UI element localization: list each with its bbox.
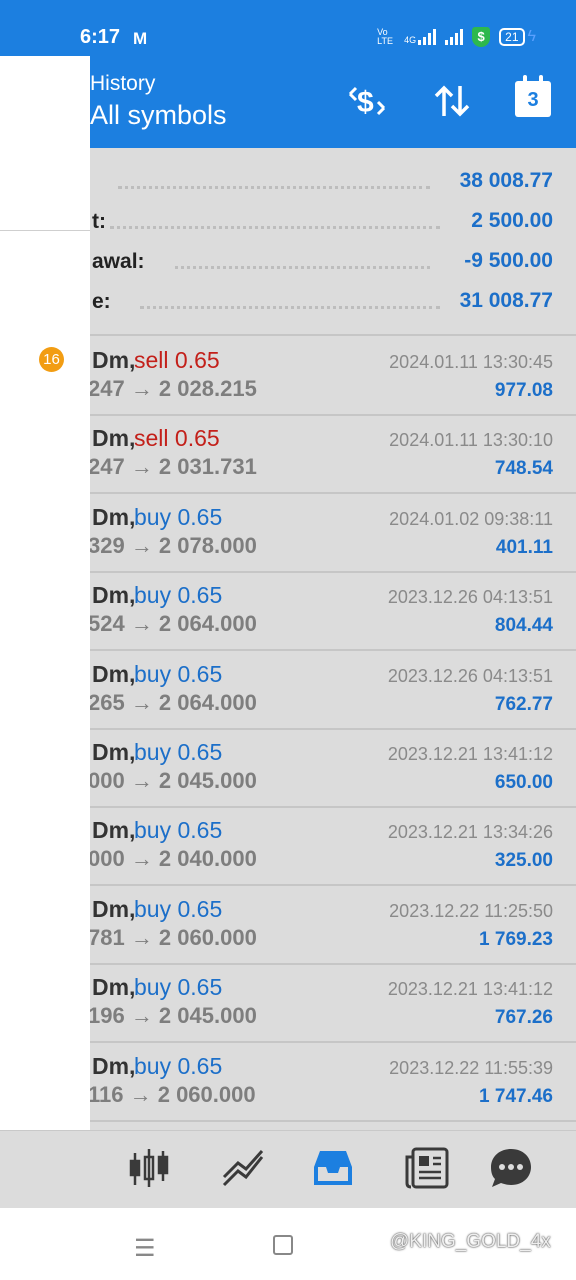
deal-profit: 1 747.46 bbox=[479, 1085, 553, 1107]
deal-type: buy 0.65 bbox=[134, 974, 223, 1001]
deal-symbol: Dm, bbox=[92, 739, 136, 765]
deal-type: buy 0.65 bbox=[134, 582, 223, 609]
deal-profit: 650.00 bbox=[494, 772, 553, 793]
page-title: History bbox=[90, 72, 156, 95]
deal-type: buy 0.65 bbox=[134, 895, 223, 922]
chart-icon[interactable] bbox=[220, 1147, 266, 1189]
status-time: 6:17 bbox=[80, 26, 121, 48]
navigation-drawer[interactable]: 16 bbox=[0, 56, 90, 1208]
deal-symbol: Dm, bbox=[92, 974, 136, 1001]
deal-prices: 265 → 2 064.000 bbox=[88, 689, 257, 715]
calendar-icon[interactable]: 3 bbox=[515, 75, 551, 117]
summary-label: awal: bbox=[92, 250, 145, 273]
deal-symbol: Dm, bbox=[92, 582, 136, 609]
charging-icon: ϟ bbox=[527, 28, 536, 45]
deal-symbol: Dm, bbox=[92, 1052, 136, 1079]
deal-type: buy 0.65 bbox=[134, 1052, 223, 1079]
mail-icon: M bbox=[133, 29, 148, 48]
deal-symbol: Dm, bbox=[92, 347, 136, 373]
notification-badge: 16 bbox=[39, 347, 64, 372]
summary-label: t: bbox=[92, 210, 106, 233]
deal-type: buy 0.65 bbox=[134, 739, 223, 765]
summary-value: 31 008.77 bbox=[459, 289, 553, 312]
deal-prices: 247 → 2 031.731 bbox=[88, 454, 257, 480]
summary-label: e: bbox=[92, 290, 111, 313]
deal-prices: 524 → 2 064.000 bbox=[88, 611, 257, 637]
deal-time: 2023.12.26 04:13:51 bbox=[387, 587, 553, 608]
quotes-icon[interactable] bbox=[128, 1147, 174, 1189]
bottom-nav bbox=[0, 1130, 576, 1209]
svg-text:$: $ bbox=[357, 86, 374, 119]
deal-type: sell 0.65 bbox=[134, 425, 220, 452]
summary-value: -9 500.00 bbox=[464, 249, 553, 272]
deal-symbol: Dm, bbox=[92, 425, 136, 452]
drawer-divider bbox=[0, 230, 90, 231]
status-bar: 6:17 M Vo LTE 4G $ 21 ϟ bbox=[0, 0, 576, 56]
chat-icon[interactable] bbox=[488, 1147, 534, 1189]
deal-profit: 401.11 bbox=[495, 536, 553, 558]
deal-time: 2023.12.26 04:13:51 bbox=[387, 665, 553, 686]
sort-icon[interactable] bbox=[432, 84, 472, 118]
volte-label: Vo LTE bbox=[377, 27, 393, 46]
summary-dots bbox=[175, 254, 430, 269]
deal-time: 2023.12.21 13:34:26 bbox=[387, 822, 553, 843]
deal-type: sell 0.65 bbox=[134, 347, 220, 373]
system-nav: ☰ @KING_GOLD_4x bbox=[0, 1208, 576, 1280]
deal-type: buy 0.65 bbox=[134, 503, 223, 530]
deal-prices: 116 → 2 060.000 bbox=[88, 1081, 256, 1107]
menu-icon[interactable]: ☰ bbox=[134, 1234, 156, 1263]
deal-symbol: Dm, bbox=[92, 817, 136, 844]
watermark: @KING_GOLD_4x bbox=[390, 1231, 551, 1252]
summary-dots bbox=[140, 294, 440, 309]
news-icon[interactable] bbox=[404, 1147, 450, 1189]
deal-profit: 977.08 bbox=[494, 380, 553, 401]
deal-profit: 804.44 bbox=[494, 615, 553, 637]
summary-dots bbox=[118, 174, 430, 189]
deal-prices: 000 → 2 045.000 bbox=[88, 768, 257, 793]
shield-icon: $ bbox=[472, 27, 491, 47]
data-label: 4G bbox=[404, 35, 417, 45]
deal-time: 2023.12.21 13:41:12 bbox=[387, 979, 553, 1000]
deal-symbol: Dm, bbox=[92, 660, 136, 687]
deal-prices: 000 → 2 040.000 bbox=[88, 846, 257, 872]
deal-time: 2023.12.22 11:25:50 bbox=[389, 900, 553, 921]
deal-time: 2023.12.22 11:55:39 bbox=[389, 1057, 553, 1078]
deal-time: 2024.01.11 13:30:10 bbox=[389, 430, 553, 451]
home-icon[interactable] bbox=[273, 1235, 293, 1255]
summary-value: 38 008.77 bbox=[459, 169, 553, 192]
deal-time: 2024.01.02 09:38:11 bbox=[389, 508, 553, 529]
signal-icon-2 bbox=[445, 29, 464, 45]
currency-exchange-icon[interactable]: $ bbox=[346, 82, 388, 120]
deal-profit: 767.26 bbox=[494, 1007, 553, 1029]
deal-prices: 781 → 2 060.000 bbox=[88, 924, 257, 950]
deal-profit: 762.77 bbox=[494, 693, 553, 715]
summary-dots bbox=[110, 214, 440, 229]
deal-prices: 196 → 2 045.000 bbox=[88, 1003, 257, 1029]
deal-profit: 748.54 bbox=[494, 458, 553, 480]
deal-prices: 329 → 2 078.000 bbox=[88, 532, 257, 558]
deal-prices: 247 → 2 028.215 bbox=[88, 376, 257, 401]
deal-symbol: Dm, bbox=[92, 503, 136, 530]
deal-time: 2023.12.21 13:41:12 bbox=[387, 744, 553, 764]
deal-type: buy 0.65 bbox=[134, 660, 223, 687]
symbol-filter[interactable]: All symbols bbox=[90, 100, 227, 131]
summary-value: 2 500.00 bbox=[471, 209, 553, 232]
deal-symbol: Dm, bbox=[92, 895, 136, 922]
deal-type: buy 0.65 bbox=[134, 817, 223, 844]
deal-profit: 1 769.23 bbox=[479, 928, 553, 950]
signal-icon: 4G bbox=[404, 29, 437, 45]
status-icons: Vo LTE 4G $ 21 ϟ bbox=[377, 27, 536, 47]
history-icon[interactable] bbox=[310, 1147, 356, 1189]
deal-time: 2024.01.11 13:30:45 bbox=[389, 352, 553, 372]
deal-profit: 325.00 bbox=[494, 850, 553, 872]
battery-icon: 21 bbox=[499, 28, 525, 46]
